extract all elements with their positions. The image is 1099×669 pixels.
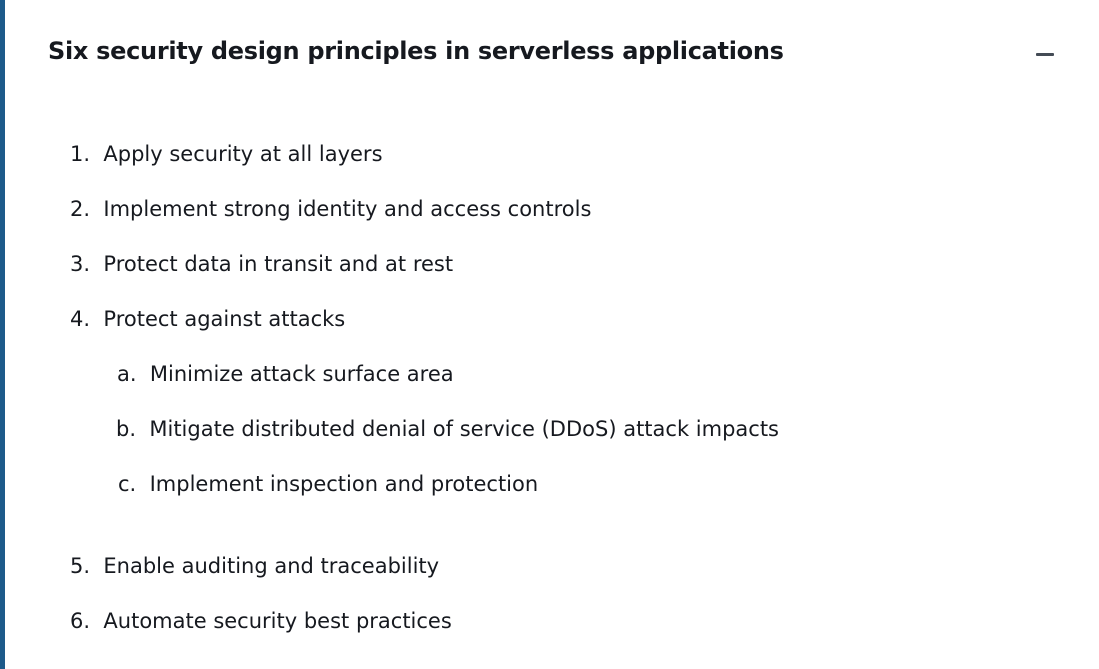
- sub-list-marker: b.: [116, 417, 143, 441]
- list-item: 6. Automate security best practices: [70, 607, 452, 635]
- collapse-button[interactable]: [1032, 41, 1058, 67]
- sub-list-item-text: Mitigate distributed denial of service (…: [149, 417, 779, 441]
- sub-list-item: c. Implement inspection and protection: [118, 470, 538, 498]
- list-item-text: Automate security best practices: [103, 609, 452, 633]
- section-title: Six security design principles in server…: [48, 37, 784, 65]
- list-item: 4. Protect against attacks: [70, 305, 345, 333]
- list-item-text: Implement strong identity and access con…: [103, 197, 592, 221]
- list-item-text: Apply security at all layers: [103, 142, 383, 166]
- list-marker: 2.: [70, 197, 97, 221]
- list-marker: 4.: [70, 307, 97, 331]
- minus-icon: [1036, 52, 1054, 56]
- list-item-text: Protect against attacks: [103, 307, 346, 331]
- list-marker: 5.: [70, 554, 97, 578]
- list-item: 1. Apply security at all layers: [70, 140, 383, 168]
- sub-list-item-text: Implement inspection and protection: [149, 472, 539, 496]
- list-marker: 3.: [70, 252, 97, 276]
- expandable-section: Six security design principles in server…: [5, 0, 1099, 669]
- sub-list-item: a. Minimize attack surface area: [117, 360, 454, 388]
- list-marker: 6.: [70, 609, 97, 633]
- sub-list-marker: a.: [117, 362, 144, 386]
- list-item-text: Enable auditing and traceability: [103, 554, 440, 578]
- sub-list-marker: c.: [118, 472, 143, 496]
- list-marker: 1.: [70, 142, 97, 166]
- sub-list-item: b. Mitigate distributed denial of servic…: [116, 415, 779, 443]
- list-item: 3. Protect data in transit and at rest: [70, 250, 453, 278]
- list-item: 2. Implement strong identity and access …: [70, 195, 591, 223]
- list-item: 5. Enable auditing and traceability: [70, 552, 439, 580]
- sub-list-item-text: Minimize attack surface area: [149, 362, 454, 386]
- section-header[interactable]: Six security design principles in server…: [48, 34, 1060, 68]
- list-item-text: Protect data in transit and at rest: [103, 252, 454, 276]
